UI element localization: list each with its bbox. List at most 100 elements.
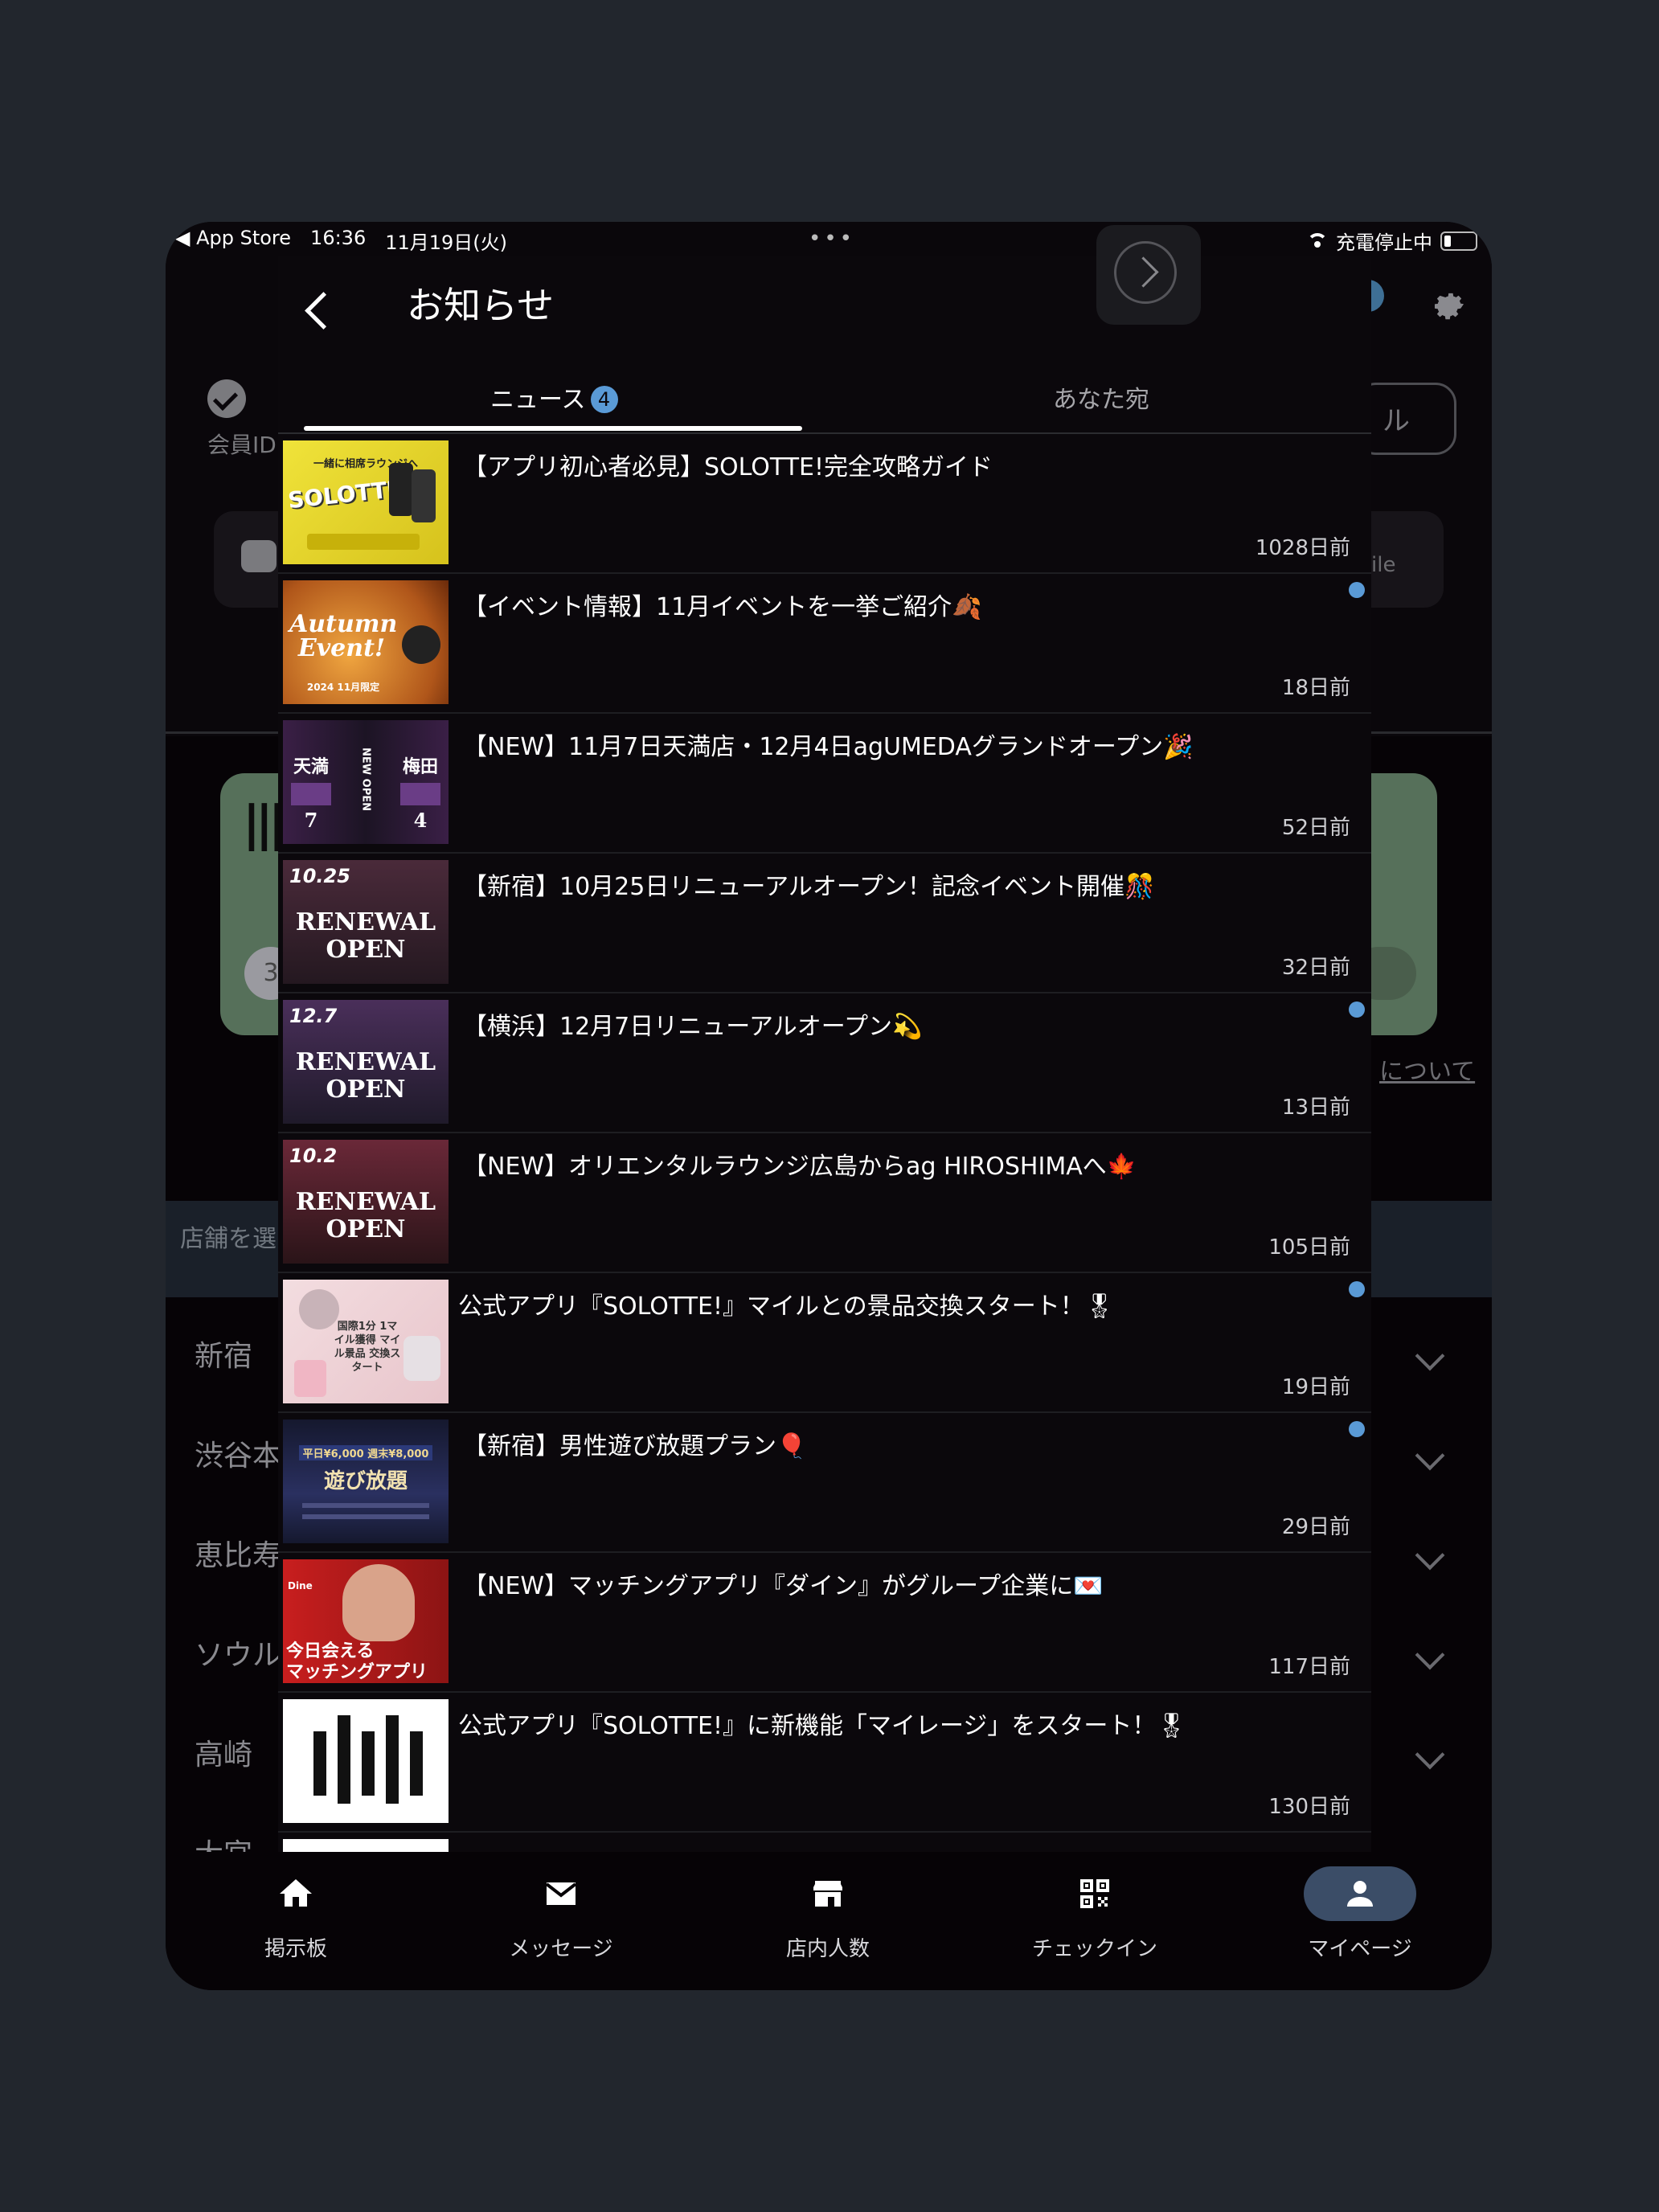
news-time: 19日前 <box>1281 1375 1350 1399</box>
news-time: 52日前 <box>1281 816 1350 840</box>
news-thumbnail: 10.2 RENEWAL OPEN <box>283 1140 449 1264</box>
thumb-text: 7 <box>304 809 318 832</box>
home-icon <box>280 1879 312 1907</box>
bg-store-select-label: 店舗を選 <box>180 1225 276 1253</box>
thumb-text: 12.7 <box>289 1005 338 1027</box>
chevron-right-icon <box>1114 241 1177 304</box>
back-to-app-store[interactable]: ◀ App Store <box>175 227 291 255</box>
chevron-down-icon <box>1415 1440 1445 1471</box>
unread-dot <box>1349 1002 1365 1018</box>
unread-count-badge: 4 <box>590 386 618 413</box>
thumb-text: Autumn Event! <box>289 610 398 662</box>
chevron-down-icon <box>1415 1640 1445 1670</box>
chevron-down-icon <box>1415 1739 1445 1770</box>
thumb-text: 遊び放題 <box>323 1469 408 1493</box>
news-item[interactable]: 天満 梅田 NEW OPEN 7 4 【NEW】11月7日天満店・12月4日ag… <box>278 714 1371 854</box>
store-icon <box>813 1881 842 1907</box>
tab-bar: ニュース 4 あなた宛 <box>278 352 1371 434</box>
news-time: 117日前 <box>1268 1655 1350 1679</box>
bg-store-item: ソウル <box>195 1639 282 1672</box>
back-arrow-icon[interactable] <box>305 292 342 330</box>
news-thumbnail: 平日¥6,000 週末¥8,000 遊び放題 <box>283 1419 449 1543</box>
news-thumbnail: 天満 梅田 NEW OPEN 7 4 <box>283 720 449 844</box>
thumb-text: 10.25 <box>289 865 350 887</box>
nav-occupancy[interactable]: 店内人数 <box>739 1874 916 1962</box>
news-thumbnail: 12.7 RENEWAL OPEN <box>283 1000 449 1124</box>
news-item[interactable]: 12.7 RENEWAL OPEN 【横浜】12月7日リニューアルオープン💫 1… <box>278 993 1371 1133</box>
multitask-dots-icon[interactable]: ••• <box>809 227 855 251</box>
news-list: 一緒に相席ラウンジへ SOLOTTE! 【アプリ初心者必見】SOLOTTE!完全… <box>278 434 1371 1889</box>
news-thumbnail <box>283 1699 449 1823</box>
news-title: 【横浜】12月7日リニューアルオープン💫 <box>463 1013 923 1041</box>
bg-store-item: 渋谷本 <box>195 1440 282 1473</box>
thumb-text: OPEN <box>326 1215 406 1243</box>
news-item[interactable]: 10.25 RENEWAL OPEN 【新宿】10月25日リニューアルオープン！… <box>278 854 1371 993</box>
news-title: 【新宿】男性遊び放題プラン🎈 <box>463 1432 807 1460</box>
thumb-text: RENEWAL <box>295 908 436 936</box>
forward-button[interactable] <box>1096 225 1201 325</box>
news-item[interactable]: 国際1分 1マイル獲得 マイル景品 交換スタート 公式アプリ『SOLOTTE!』… <box>278 1273 1371 1413</box>
bg-store-item: 高崎 <box>195 1739 253 1772</box>
gear-icon[interactable] <box>1431 286 1468 323</box>
unread-dot <box>1349 1281 1365 1297</box>
nav-my-page[interactable]: マイページ <box>1272 1866 1448 1962</box>
bg-store-item: 恵比寿 <box>195 1539 282 1572</box>
news-item[interactable]: 10.2 RENEWAL OPEN 【NEW】オリエンタルラウンジ広島からag … <box>278 1133 1371 1273</box>
bg-card-icon <box>241 540 276 572</box>
nav-label: 掲示板 <box>264 1937 327 1961</box>
news-thumbnail: Dine 今日会える マッチングアプリ <box>283 1559 449 1683</box>
thumb-text: OPEN <box>326 1075 406 1104</box>
news-title: 公式アプリ『SOLOTTE!』マイルとの景品交換スタート！🎖 <box>458 1292 1115 1321</box>
thumb-text: NEW OPEN <box>359 748 372 811</box>
wifi-icon <box>1307 232 1328 249</box>
news-item[interactable]: 公式アプリ『SOLOTTE!』に新機能「マイレージ」をスタート！🎖 130日前 <box>278 1693 1371 1833</box>
nav-board[interactable]: 掲示板 <box>207 1874 384 1962</box>
news-title: 【NEW】マッチングアプリ『ダイン』がグループ企業に💌 <box>463 1572 1104 1600</box>
verified-icon <box>207 379 246 418</box>
news-title: 【イベント情報】11月イベントを一挙ご紹介🍂 <box>463 593 982 621</box>
status-time: 16:36 <box>310 227 367 249</box>
news-thumbnail: 一緒に相席ラウンジへ SOLOTTE! <box>283 440 449 564</box>
thumb-text: 一緒に相席ラウンジへ <box>313 458 418 470</box>
tab-for-you[interactable]: あなた宛 <box>1053 379 1149 415</box>
nav-messages[interactable]: メッセージ <box>473 1874 649 1962</box>
unread-dot <box>1349 1421 1365 1437</box>
news-item[interactable]: Autumn Event! 2024 11月限定 【イベント情報】11月イベント… <box>278 574 1371 714</box>
chevron-down-icon <box>1415 1540 1445 1571</box>
nav-label: チェックイン <box>1031 1937 1157 1961</box>
thumb-text: RENEWAL <box>295 1048 436 1076</box>
news-time: 1028日前 <box>1255 536 1350 560</box>
thumb-text: RENEWAL <box>295 1188 436 1216</box>
news-item[interactable]: Dine 今日会える マッチングアプリ 【NEW】マッチングアプリ『ダイン』がグ… <box>278 1553 1371 1693</box>
mail-icon <box>545 1882 577 1905</box>
active-tab-indicator <box>304 426 802 431</box>
thumb-text: 国際1分 1マイル獲得 マイル景品 交換スタート <box>334 1321 401 1374</box>
sheet-header: お知らせ <box>278 256 1371 352</box>
news-time: 130日前 <box>1268 1795 1350 1819</box>
news-time: 18日前 <box>1281 676 1350 700</box>
news-item[interactable]: 一緒に相席ラウンジへ SOLOTTE! 【アプリ初心者必見】SOLOTTE!完全… <box>278 434 1371 574</box>
nav-checkin[interactable]: チェックイン <box>1006 1874 1183 1962</box>
nav-label: 店内人数 <box>785 1937 870 1961</box>
unread-dot <box>1349 582 1365 598</box>
bg-card-text: ile <box>1371 553 1396 577</box>
page-title: お知らせ <box>407 284 555 327</box>
news-title: 【NEW】11月7日天満店・12月4日agUMEDAグランドオープン🎉 <box>463 733 1194 761</box>
person-icon <box>1347 1881 1373 1907</box>
news-item[interactable]: 平日¥6,000 週末¥8,000 遊び放題 【新宿】男性遊び放題プラン🎈 29… <box>278 1413 1371 1553</box>
tab-news[interactable]: ニュース 4 <box>490 379 618 415</box>
thumb-text: 10.2 <box>289 1145 338 1167</box>
thumb-logo: SOLOTTE! <box>286 474 414 514</box>
news-time: 32日前 <box>1281 956 1350 980</box>
notifications-sheet: お知らせ ニュース 4 あなた宛 一緒に相席ラウンジへ SOLOTTE! 【アプリ… <box>278 256 1371 1889</box>
bg-link: について <box>1379 1058 1476 1086</box>
news-title: 公式アプリ『SOLOTTE!』に新機能「マイレージ」をスタート！🎖 <box>458 1712 1187 1740</box>
thumb-text: Dine <box>288 1580 313 1591</box>
thumb-text: 平日¥6,000 週末¥8,000 <box>299 1445 432 1460</box>
status-bar: ◀ App Store 16:36 11月19日(火) ••• 充電停止中 <box>166 222 1492 260</box>
news-title: 【新宿】10月25日リニューアルオープン！記念イベント開催🎊 <box>463 873 1155 901</box>
device-frame: 会員ID ル ile ||||| 3 について 店舗を選 新宿 渋谷本 恵比寿 … <box>166 222 1492 1990</box>
nav-label: マイページ <box>1308 1937 1412 1961</box>
nav-label: メッセージ <box>509 1937 613 1961</box>
charging-status: 充電停止中 <box>1336 231 1432 254</box>
